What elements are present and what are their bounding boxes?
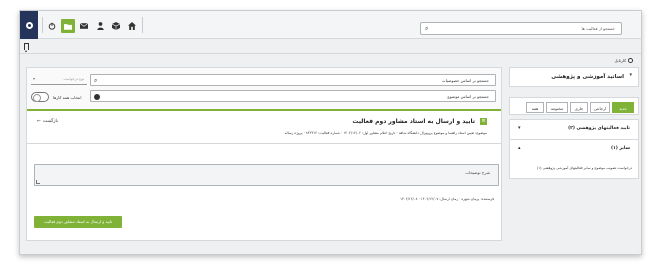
app-logo-icon [25, 21, 33, 29]
back-button[interactable]: بازگشت ← [37, 119, 58, 124]
submit-button[interactable]: تایید و ارسال به استاد مشاور دوم فعالیت [34, 216, 122, 228]
activity-icon: ≡ [480, 118, 487, 125]
folder-icon[interactable] [61, 19, 75, 33]
group-label: تایید فعالیتهای پژوهشی (۲) [568, 126, 630, 131]
bookmark-icon[interactable] [24, 43, 29, 52]
app-window: ⌕ جستجو از فعالیت ها کارتابل نوع درخواست… [19, 10, 642, 255]
secondary-toolbar [20, 40, 641, 54]
list-item[interactable]: تایید فعالیتهای پژوهشی (۲) ▾ [510, 120, 638, 140]
global-search-input[interactable]: ⌕ جستجو از فعالیت ها [420, 22, 622, 35]
search-by-attributes-text: جستجو بر اساس خصوصیات [441, 78, 489, 83]
description-textarea[interactable]: شرح توضیحات [34, 164, 499, 186]
search-by-subject-input[interactable]: جستجو بر اساس موضوع [90, 90, 496, 102]
description-placeholder: شرح توضیحات [465, 170, 490, 175]
top-toolbar: ⌕ جستجو از فعالیت ها [20, 11, 641, 39]
filter-tabs: جدید ارجاعی جاری مختومه همه [509, 97, 639, 115]
chevron-up-icon: ▴ [518, 145, 521, 151]
activity-meta: موضوع: تعیین استاد راهنما و موضوع پروپوز… [284, 131, 487, 135]
arrow-left-icon: ← [37, 119, 41, 124]
box-icon[interactable] [109, 19, 123, 33]
sender-info: فرستنده: پرنیان شهره · زمان ارسال: ۱۴۰۲/… [400, 197, 494, 201]
user-icon[interactable] [93, 19, 107, 33]
mail-icon[interactable] [77, 19, 91, 33]
request-type-label: نوع درخواست [63, 77, 84, 81]
search-by-attributes-input[interactable]: ⌕ جستجو بر اساس خصوصیات [90, 74, 496, 86]
tab-new[interactable]: جدید [612, 102, 634, 113]
group-label: سایر (۱) [610, 146, 630, 151]
search-icon: ⌕ [94, 77, 98, 84]
breadcrumb[interactable]: کارتابل [614, 58, 633, 63]
breadcrumb-home-icon [628, 58, 633, 63]
activity-title: تایید و ارسال به استاد مشاور دوم فعالیت [352, 118, 475, 125]
activity-header: بازگشت ← ≡ تایید و ارسال به استاد مشاور … [27, 112, 501, 144]
filter-bar: نوع درخواست ▾ انتخاب همه کارها ⌕ جستجو ب… [27, 68, 501, 111]
request-type-dropdown[interactable]: نوع درخواست ▾ [31, 73, 87, 85]
divider [142, 17, 143, 33]
search-icon: ⌕ [425, 25, 429, 32]
right-sidebar: اساتید آموزشی و پژوهشی ▾ جدید ارجاعی جار… [509, 67, 639, 241]
back-label: بازگشت [42, 119, 59, 124]
select-all-label: انتخاب همه کارها [53, 94, 82, 100]
chevron-down-icon: ▾ [629, 72, 632, 78]
search-by-subject-text: جستجو بر اساس موضوع [447, 94, 489, 99]
select-all-toggle[interactable] [31, 92, 49, 102]
app-logo-button[interactable] [20, 11, 38, 39]
tab-referred[interactable]: ارجاعی [590, 102, 610, 113]
activity-panel: نوع درخواست ▾ انتخاب همه کارها ⌕ جستجو ب… [26, 67, 502, 241]
select-all-row: انتخاب همه کارها [31, 92, 82, 102]
tab-all[interactable]: همه [526, 102, 544, 113]
breadcrumb-label: کارتابل [614, 58, 626, 63]
list-item[interactable]: سایر (۱) ▴ [510, 140, 638, 160]
sub-list-item[interactable]: درخواست تصویب موضوع و سایر فعالیتهای آمو… [537, 166, 632, 170]
global-search-placeholder: جستجو از فعالیت ها [581, 26, 616, 31]
tab-closed[interactable]: مختومه [546, 102, 568, 113]
resize-handle[interactable] [36, 180, 40, 184]
power-icon[interactable] [45, 19, 59, 33]
chevron-down-icon: ▾ [33, 76, 36, 81]
divider [42, 17, 43, 33]
sidebar-title: اساتید آموزشی و پژوهشی [551, 74, 624, 80]
subject-search-icon [94, 94, 100, 100]
tab-current[interactable]: جاری [570, 102, 588, 113]
activity-groups: تایید فعالیتهای پژوهشی (۲) ▾ سایر (۱) ▴ … [509, 119, 639, 179]
sidebar-header[interactable]: اساتید آموزشی و پژوهشی ▾ [509, 67, 639, 87]
home-icon[interactable] [125, 19, 139, 33]
chevron-down-icon: ▾ [518, 125, 521, 131]
